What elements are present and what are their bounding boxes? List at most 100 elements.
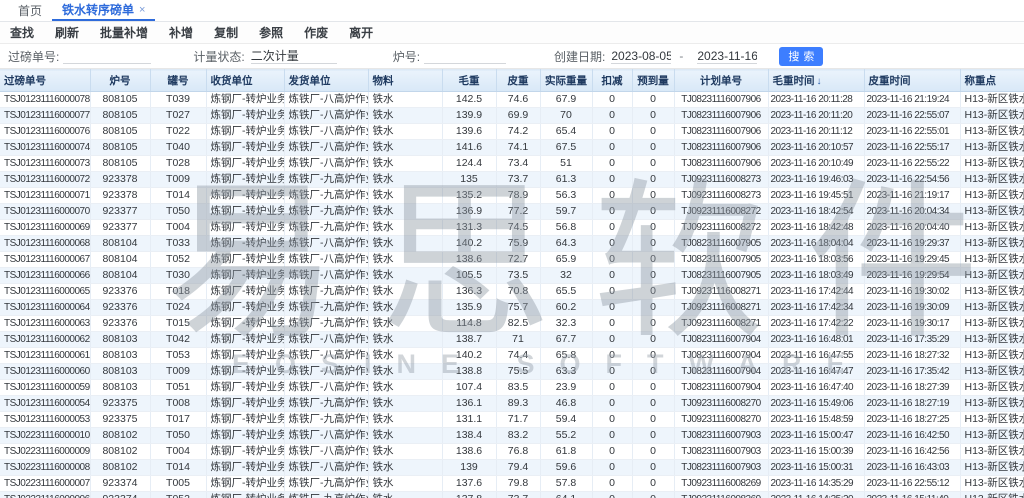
column-header-gross[interactable]: 毛重: [442, 70, 496, 92]
cell-tank_no: T030: [150, 268, 206, 284]
cell-receiver: 炼钢厂-转炉业务区: [206, 268, 284, 284]
table-row[interactable]: TSJ01231116000078808105T039炼钢厂-转炉业务区炼铁厂-…: [0, 92, 1024, 108]
date-to-input[interactable]: [697, 48, 757, 64]
toolbar: 查找 刷新 批量补增 补增 复制 参照 作废 离开: [0, 22, 1024, 44]
cell-waybill: TSJ01231116000067: [0, 252, 90, 268]
cell-plan_no: TJ08231116007905: [674, 268, 768, 284]
tab-molten-iron-transfer[interactable]: 铁水转序磅单 ×: [52, 0, 155, 21]
cell-plan_no: TJ09231116008271: [674, 284, 768, 300]
table-row[interactable]: TSJ01231116000067808104T052炼钢厂-转炉业务区炼铁厂-…: [0, 252, 1024, 268]
batch-add-button[interactable]: 批量补增: [100, 24, 148, 41]
table-row[interactable]: TSJ02231116000006923374T052炼钢厂-转炉业务区炼铁厂-…: [0, 492, 1024, 498]
waybill-no-input[interactable]: [63, 48, 151, 64]
cell-net: 56.3: [540, 188, 592, 204]
column-header-waybill[interactable]: 过磅单号: [0, 70, 90, 92]
copy-button[interactable]: 复制: [214, 24, 238, 41]
cell-plan_no: TJ08231116007904: [674, 364, 768, 380]
column-header-weigh_point[interactable]: 称重点: [960, 70, 1024, 92]
table-row[interactable]: TSJ02231116000009808102T004炼钢厂-转炉业务区炼铁厂-…: [0, 444, 1024, 460]
column-header-expected[interactable]: 预到量: [632, 70, 674, 92]
table-row[interactable]: TSJ01231116000073808105T028炼钢厂-转炉业务区炼铁厂-…: [0, 156, 1024, 172]
table-row[interactable]: TSJ01231116000074808105T040炼钢厂-转炉业务区炼铁厂-…: [0, 140, 1024, 156]
cell-furnace_no: 923378: [90, 172, 150, 188]
cell-gross: 139.6: [442, 124, 496, 140]
column-header-tank_no[interactable]: 罐号: [150, 70, 206, 92]
cell-plan_no: TJ09231116008271: [674, 316, 768, 332]
find-button[interactable]: 查找: [10, 24, 34, 41]
table-row[interactable]: TSJ01231116000066808104T030炼钢厂-转炉业务区炼铁厂-…: [0, 268, 1024, 284]
table-row[interactable]: TSJ01231116000061808103T053炼钢厂-转炉业务区炼铁厂-…: [0, 348, 1024, 364]
table-row[interactable]: TSJ01231116000059808103T051炼钢厂-转炉业务区炼铁厂-…: [0, 380, 1024, 396]
cell-weigh_point: H13-新区铁水秤: [960, 444, 1024, 460]
cell-tare_time: 2023-11-16 19:30:02: [864, 284, 960, 300]
furnace-no-input[interactable]: [424, 48, 506, 64]
cell-deduction: 0: [592, 92, 632, 108]
column-header-deduction[interactable]: 扣减: [592, 70, 632, 92]
table-row[interactable]: TSJ01231116000072923378T009炼钢厂-转炉业务区炼铁厂-…: [0, 172, 1024, 188]
table-row[interactable]: TSJ02231116000007923374T005炼钢厂-转炉业务区炼铁厂-…: [0, 476, 1024, 492]
column-header-shipper[interactable]: 发货单位: [284, 70, 368, 92]
column-header-furnace_no[interactable]: 炉号: [90, 70, 150, 92]
measure-status-input[interactable]: [251, 48, 337, 64]
cell-gross_time: 2023-11-16 15:00:39: [768, 444, 864, 460]
reference-button[interactable]: 参照: [259, 24, 283, 41]
cell-net: 55.2: [540, 428, 592, 444]
column-header-net[interactable]: 实际重量: [540, 70, 592, 92]
column-header-tare_time[interactable]: 皮重时间: [864, 70, 960, 92]
cell-weigh_point: H13-新区铁水秤: [960, 332, 1024, 348]
cell-weigh_point: H13-新区铁水秤: [960, 92, 1024, 108]
table-row[interactable]: TSJ02231116000008808102T014炼钢厂-转炉业务区炼铁厂-…: [0, 460, 1024, 476]
column-header-plan_no[interactable]: 计划单号: [674, 70, 768, 92]
cell-gross: 136.1: [442, 396, 496, 412]
cell-plan_no: TJ09231116008270: [674, 396, 768, 412]
cell-receiver: 炼钢厂-转炉业务区: [206, 492, 284, 498]
cell-net: 70: [540, 108, 592, 124]
leave-button[interactable]: 离开: [349, 24, 373, 41]
table-row[interactable]: TSJ01231116000069923377T004炼钢厂-转炉业务区炼铁厂-…: [0, 220, 1024, 236]
cell-gross: 135: [442, 172, 496, 188]
table-row[interactable]: TSJ01231116000062808103T042炼钢厂-转炉业务区炼铁厂-…: [0, 332, 1024, 348]
table-row[interactable]: TSJ01231116000070923377T050炼钢厂-转炉业务区炼铁厂-…: [0, 204, 1024, 220]
cell-tare_time: 2023-11-16 18:27:19: [864, 396, 960, 412]
cell-net: 60.2: [540, 300, 592, 316]
close-icon[interactable]: ×: [139, 4, 145, 16]
table-row[interactable]: TSJ01231116000077808105T027炼钢厂-转炉业务区炼铁厂-…: [0, 108, 1024, 124]
table-row[interactable]: TSJ01231116000053923375T017炼钢厂-转炉业务区炼铁厂-…: [0, 412, 1024, 428]
column-header-material[interactable]: 物料: [368, 70, 442, 92]
cell-weigh_point: H13-新区铁水秤: [960, 124, 1024, 140]
column-header-tare[interactable]: 皮重: [496, 70, 540, 92]
cell-deduction: 0: [592, 364, 632, 380]
table-row[interactable]: TSJ02231116000010808102T050炼钢厂-转炉业务区炼铁厂-…: [0, 428, 1024, 444]
search-button[interactable]: 搜索: [779, 47, 823, 66]
cell-tare: 82.5: [496, 316, 540, 332]
cell-expected: 0: [632, 252, 674, 268]
refresh-button[interactable]: 刷新: [55, 24, 79, 41]
cell-weigh_point: H13-新区铁水秤: [960, 476, 1024, 492]
column-header-gross_time[interactable]: 毛重时间↓: [768, 70, 864, 92]
cell-gross_time: 2023-11-16 17:42:22: [768, 316, 864, 332]
table-row[interactable]: TSJ01231116000076808105T022炼钢厂-转炉业务区炼铁厂-…: [0, 124, 1024, 140]
cell-tank_no: T005: [150, 476, 206, 492]
cell-net: 67.7: [540, 332, 592, 348]
column-header-receiver[interactable]: 收货单位: [206, 70, 284, 92]
tab-home[interactable]: 首页: [8, 0, 52, 21]
date-from-input[interactable]: [611, 48, 671, 64]
cell-gross: 138.6: [442, 444, 496, 460]
cell-plan_no: TJ08231116007906: [674, 92, 768, 108]
cell-tare_time: 2023-11-16 17:35:29: [864, 332, 960, 348]
table-row[interactable]: TSJ01231116000068808104T033炼钢厂-转炉业务区炼铁厂-…: [0, 236, 1024, 252]
table-row[interactable]: TSJ01231116000060808103T009炼钢厂-转炉业务区炼铁厂-…: [0, 364, 1024, 380]
table-row[interactable]: TSJ01231116000065923376T018炼钢厂-转炉业务区炼铁厂-…: [0, 284, 1024, 300]
void-button[interactable]: 作废: [304, 24, 328, 41]
cell-tare_time: 2023-11-16 20:04:34: [864, 204, 960, 220]
cell-net: 59.6: [540, 460, 592, 476]
table-row[interactable]: TSJ01231116000064923376T024炼钢厂-转炉业务区炼铁厂-…: [0, 300, 1024, 316]
sort-desc-icon[interactable]: ↓: [817, 76, 822, 87]
cell-expected: 0: [632, 316, 674, 332]
add-button[interactable]: 补增: [169, 24, 193, 41]
cell-tare_time: 2023-11-16 21:19:24: [864, 92, 960, 108]
table-row[interactable]: TSJ01231116000071923378T014炼钢厂-转炉业务区炼铁厂-…: [0, 188, 1024, 204]
table-row[interactable]: TSJ01231116000063923376T015炼钢厂-转炉业务区炼铁厂-…: [0, 316, 1024, 332]
table-row[interactable]: TSJ01231116000054923375T008炼钢厂-转炉业务区炼铁厂-…: [0, 396, 1024, 412]
tab-bar: 首页 铁水转序磅单 ×: [0, 0, 1024, 22]
